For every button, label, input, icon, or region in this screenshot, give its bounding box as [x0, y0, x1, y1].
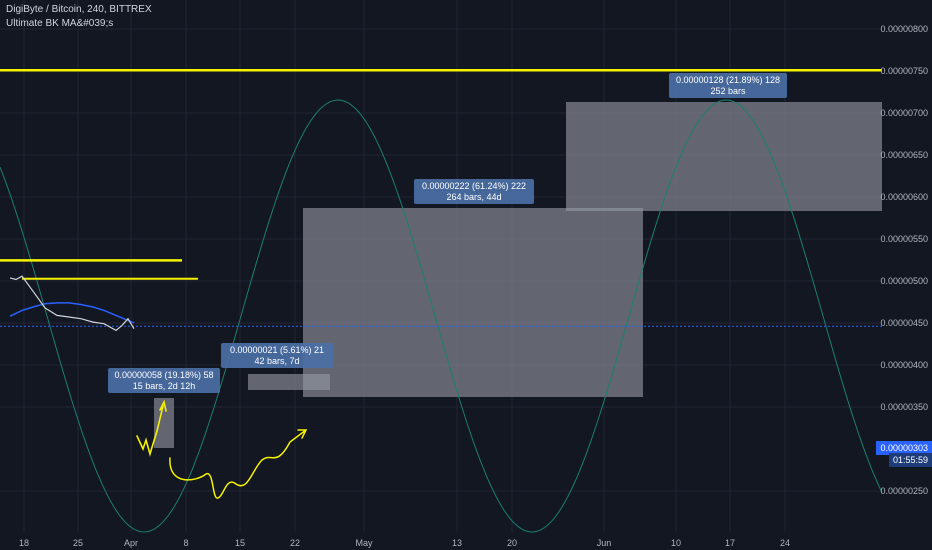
price-axis-label: 0.00000250 — [880, 486, 928, 496]
measure-label-bars: 42 bars, 7d — [254, 356, 299, 366]
time-axis-label: 18 — [19, 538, 29, 548]
measure-label-bars: 264 bars, 44d — [446, 192, 501, 202]
price-chart[interactable]: 0.00000058 (19.18%) 5815 bars, 2d 12h 0.0… — [0, 0, 932, 550]
price-axis-label: 0.00000400 — [880, 360, 928, 370]
time-axis-label: 22 — [290, 538, 300, 548]
chart-title: DigiByte / Bitcoin, 240, BITTREX — [6, 4, 152, 15]
time-axis-label: 20 — [507, 538, 517, 548]
price-axis-label: 0.00000650 — [880, 150, 928, 160]
measure-label-value: 0.00000128 (21.89%) 128 — [676, 75, 780, 85]
price-axis-label: 0.00000800 — [880, 24, 928, 34]
price-series — [9, 275, 135, 332]
price-axis-label: 0.00000350 — [880, 402, 928, 412]
measure-label-bars: 15 bars, 2d 12h — [133, 381, 196, 391]
time-axis-label: 8 — [183, 538, 188, 548]
time-axis-label: 17 — [725, 538, 735, 548]
time-axis-label: 13 — [452, 538, 462, 548]
time-axis: 18 25 Apr 8 15 22 May 13 20 Jun 10 17 24 — [19, 538, 790, 548]
time-axis-label: 15 — [235, 538, 245, 548]
price-axis: 0.00000800 0.00000750 0.00000700 0.00000650… — [880, 24, 928, 496]
price-axis-label: 0.00000750 — [880, 66, 928, 76]
moving-average-line — [9, 302, 135, 324]
time-axis-label: Apr — [124, 538, 138, 548]
measure-label-bars: 252 bars — [710, 86, 746, 96]
time-axis-label: 25 — [73, 538, 83, 548]
measure-label-value: 0.00000058 (19.18%) 58 — [114, 370, 213, 380]
time-axis-label: 10 — [671, 538, 681, 548]
measure-box — [566, 102, 882, 211]
time-axis-label: Jun — [597, 538, 612, 548]
indicator-name: Ultimate BK MA&#039;s — [6, 18, 114, 29]
bar-countdown: 01:55:59 — [888, 453, 932, 467]
price-axis-label: 0.00000450 — [880, 318, 928, 328]
price-axis-label: 0.00000500 — [880, 276, 928, 286]
time-axis-label: May — [355, 538, 373, 548]
time-axis-label: 24 — [780, 538, 790, 548]
annotation-forecast-arrow — [169, 429, 308, 499]
measure-box — [303, 208, 643, 397]
price-axis-label: 0.00000550 — [880, 234, 928, 244]
price-axis-label: 0.00000700 — [880, 108, 928, 118]
measure-label-value: 0.00000021 (5.61%) 21 — [230, 345, 324, 355]
measure-boxes — [154, 102, 882, 448]
measure-label-value: 0.00000222 (61.24%) 222 — [422, 181, 526, 191]
price-axis-label: 0.00000600 — [880, 192, 928, 202]
